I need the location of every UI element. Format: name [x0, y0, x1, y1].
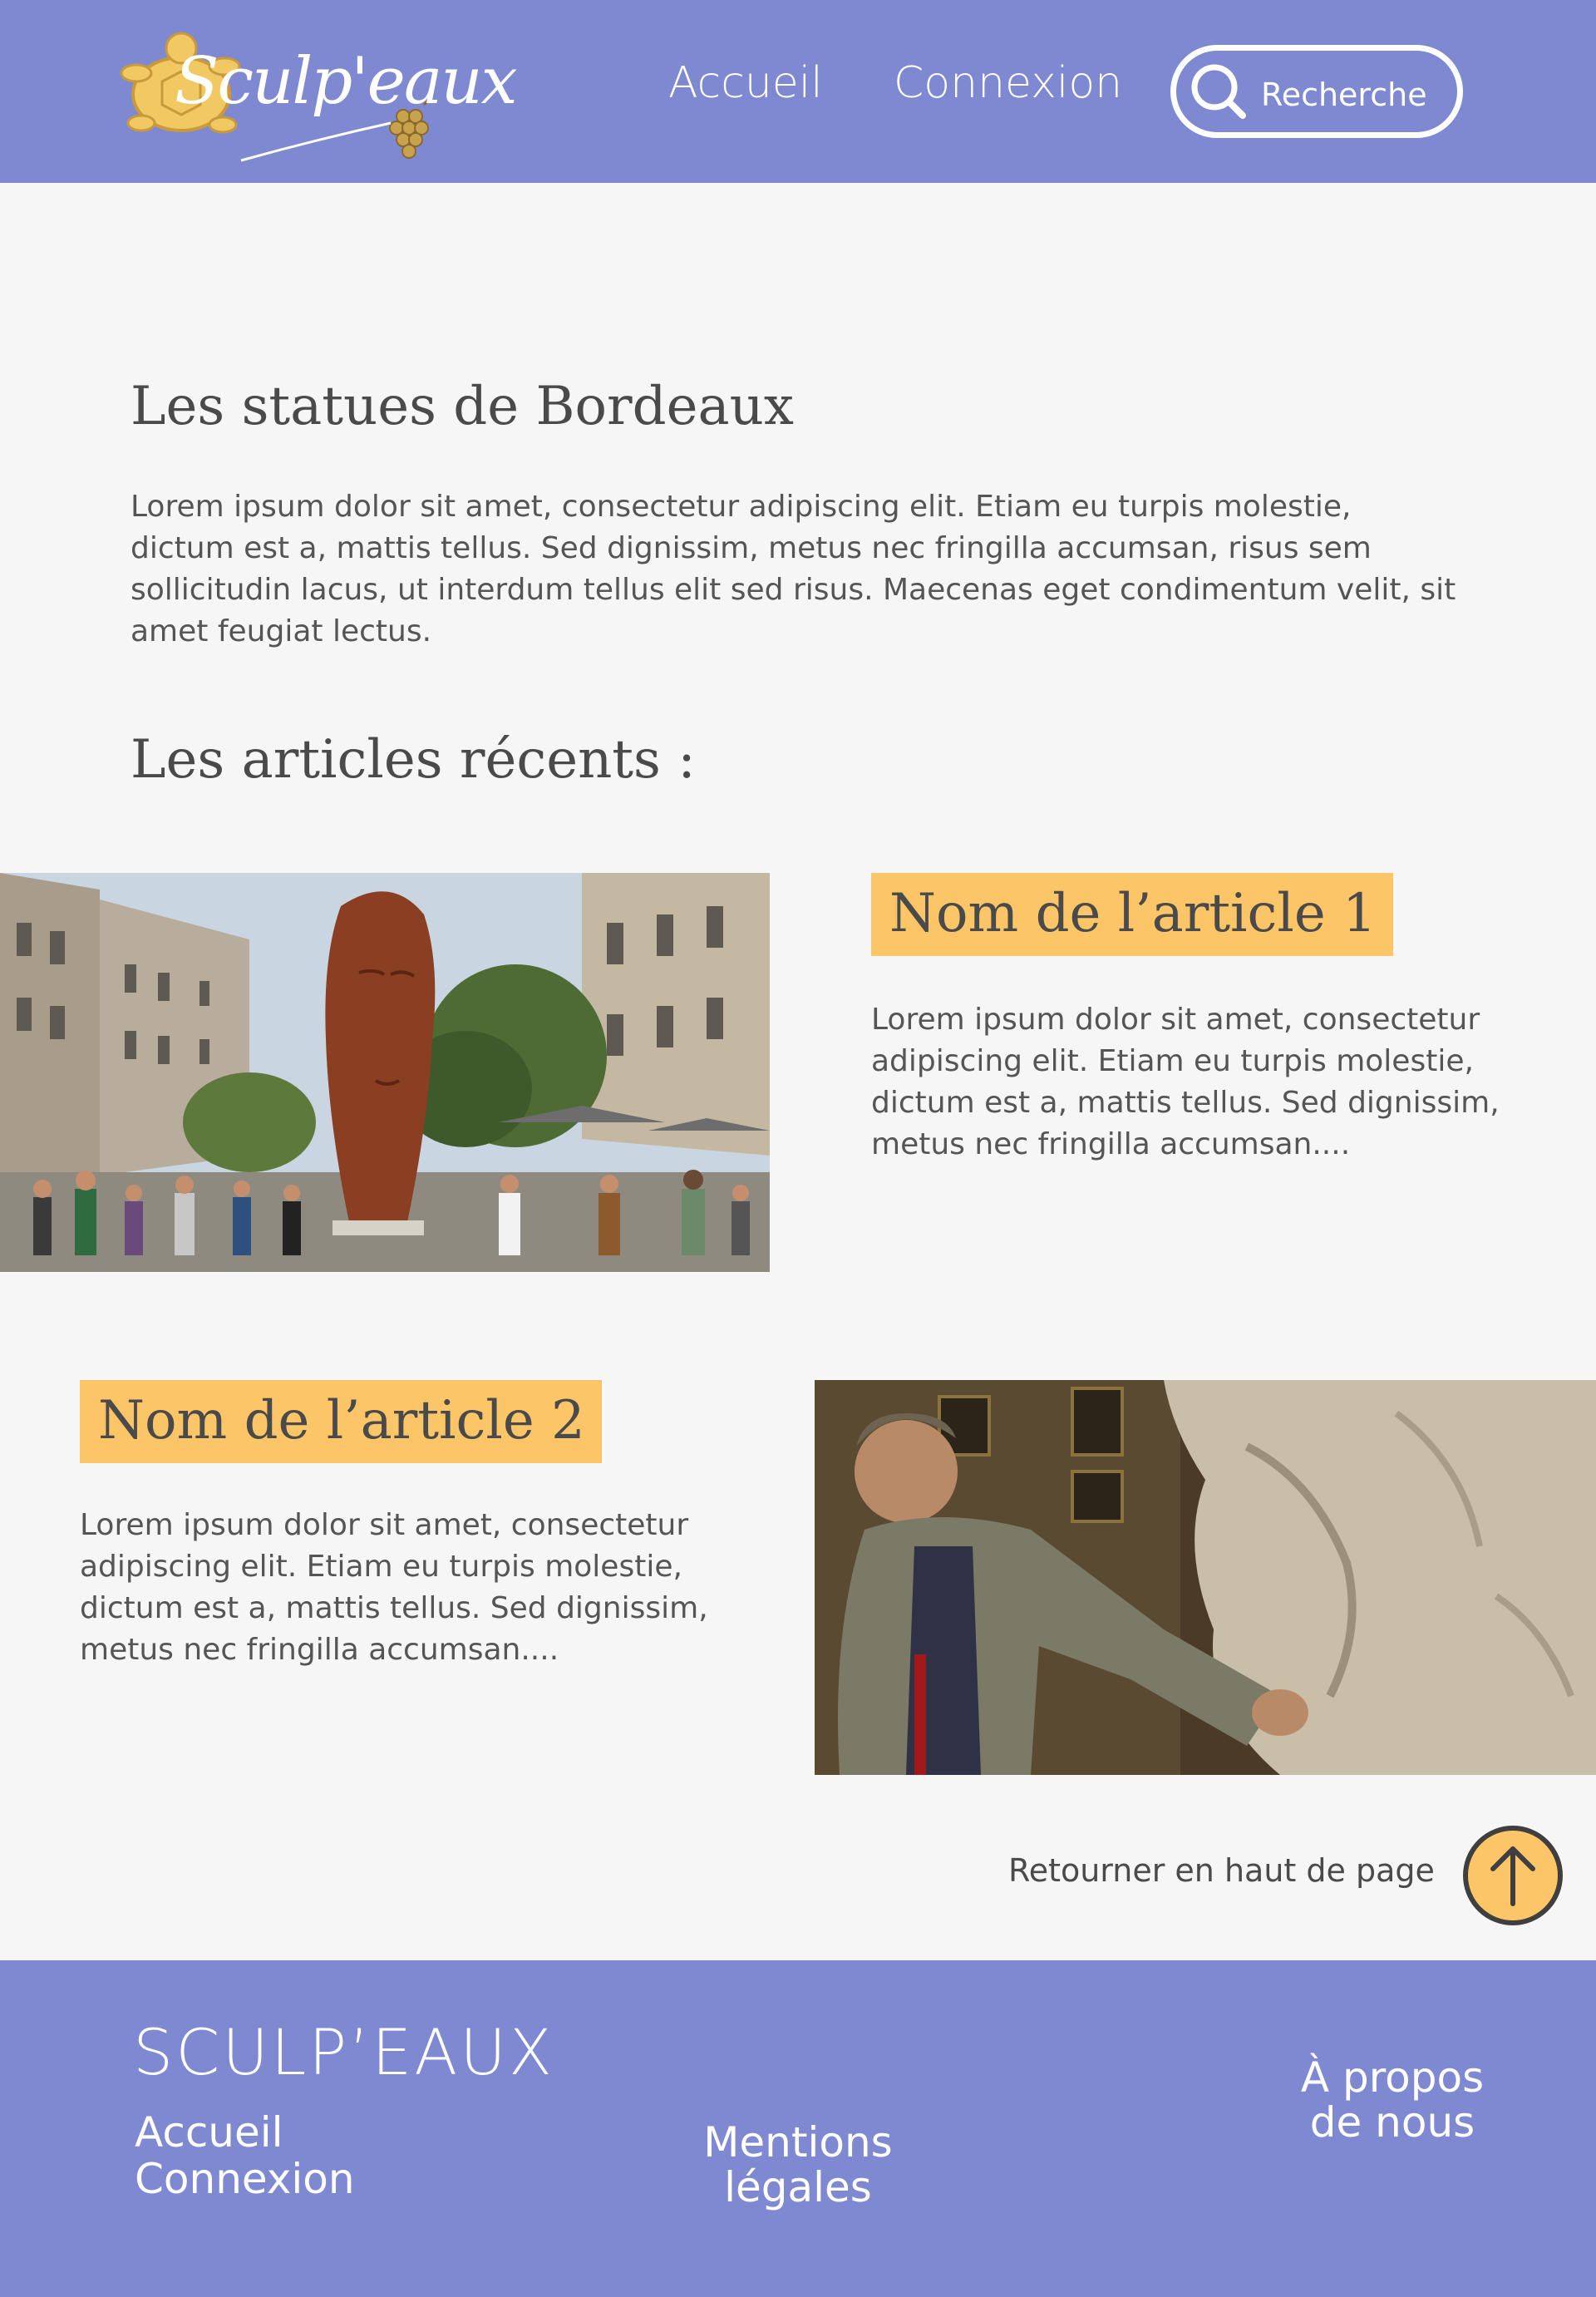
footer-brand: SCULP’EAUX	[133, 2015, 554, 2089]
logo-text: Sculp'eaux	[175, 44, 518, 119]
search-box[interactable]	[1170, 45, 1463, 138]
footer-home-link[interactable]: Accueil	[135, 2110, 283, 2155]
back-to-top-label[interactable]: Retourner en haut de page	[1008, 1852, 1435, 1889]
recent-articles-heading: Les articles récents :	[131, 729, 696, 791]
article-2-title[interactable]: Nom de l’article 2	[80, 1380, 602, 1463]
nav-home-link[interactable]: Accueil	[668, 58, 823, 108]
intro-paragraph: Lorem ipsum dolor sit amet, consectetur …	[131, 490, 1456, 648]
footer-login-link[interactable]: Connexion	[135, 2157, 355, 2201]
footer-legal-link[interactable]: Mentions légales	[665, 2120, 931, 2210]
site-footer: SCULP’EAUX Accueil Connexion Mentions lé…	[0, 1960, 1596, 2297]
arrow-up-icon	[1490, 1846, 1535, 1906]
article-1-image[interactable]	[0, 873, 770, 1272]
site-header: Sculp'eaux Accueil Connexion	[0, 0, 1596, 183]
footer-about-link[interactable]: À propos de nous	[1272, 2055, 1513, 2145]
search-input[interactable]	[1261, 76, 1444, 114]
article-1-title[interactable]: Nom de l’article 1	[871, 873, 1393, 956]
article-1-excerpt: Lorem ipsum dolor sit amet, consectetur …	[871, 1003, 1500, 1161]
back-to-top-button[interactable]	[1463, 1826, 1563, 1925]
page-title: Les statues de Bordeaux	[131, 376, 794, 437]
nav-login-link[interactable]: Connexion	[894, 58, 1122, 108]
site-logo[interactable]: Sculp'eaux	[116, 15, 518, 173]
article-2-image[interactable]	[815, 1380, 1596, 1775]
article-1-photo	[0, 873, 770, 1272]
article-2-photo	[815, 1380, 1596, 1775]
article-2-excerpt: Lorem ipsum dolor sit amet, consectetur …	[80, 1508, 708, 1667]
search-icon[interactable]	[1188, 61, 1251, 124]
